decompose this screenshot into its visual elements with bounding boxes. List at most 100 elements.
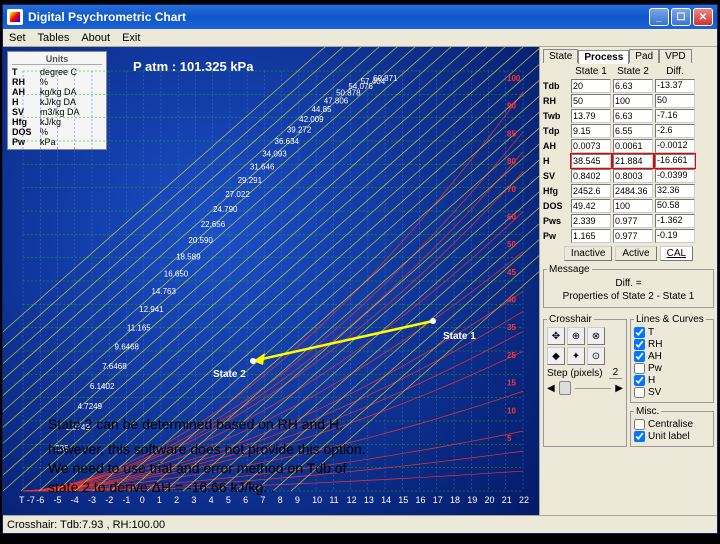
line-chk-ah[interactable]: AH: [634, 351, 710, 362]
arrow-right-icon[interactable]: ▶: [615, 383, 623, 394]
state1-input[interactable]: [571, 214, 611, 228]
svg-text:60: 60: [507, 212, 516, 221]
state1-input[interactable]: [571, 124, 611, 138]
diff-value: -2.6: [655, 124, 695, 138]
tab-state[interactable]: State: [543, 49, 578, 63]
line-chk-t[interactable]: T: [634, 327, 710, 338]
state2-input[interactable]: [613, 154, 653, 168]
checkbox[interactable]: [634, 387, 645, 398]
minimize-button[interactable]: _: [649, 8, 669, 26]
svg-text:100: 100: [507, 74, 521, 83]
svg-text:70: 70: [507, 185, 516, 194]
checkbox[interactable]: [634, 363, 645, 374]
line-chk-sv[interactable]: SV: [634, 387, 710, 398]
state2-input[interactable]: [613, 124, 653, 138]
state1-input[interactable]: [571, 139, 611, 153]
tab-vpd[interactable]: VPD: [659, 49, 692, 63]
state-row-twb: Twb-7.16: [543, 109, 714, 123]
svg-text:14.763: 14.763: [151, 287, 176, 296]
svg-text:27.022: 27.022: [225, 190, 250, 199]
diff-value: -16.661: [655, 154, 695, 168]
misc-chk-unit label[interactable]: Unit label: [634, 431, 710, 442]
crosshair-btn-3[interactable]: ⊗: [587, 327, 605, 345]
checkbox[interactable]: [634, 351, 645, 362]
svg-text:11.165: 11.165: [127, 324, 151, 333]
svg-text:24.790: 24.790: [213, 205, 238, 214]
state2-input[interactable]: [613, 184, 653, 198]
menu-exit[interactable]: Exit: [122, 32, 140, 44]
state2-input[interactable]: [613, 94, 653, 108]
state2-input[interactable]: [613, 109, 653, 123]
lines-group: Lines & Curves TRHAHPwHSV: [630, 314, 714, 403]
chart-area[interactable]: Units Tdegree CRH%AHkg/kg DAHkJ/kg DASVm…: [3, 47, 539, 515]
crosshair-btn-2[interactable]: ⊕: [567, 327, 585, 345]
state1-input[interactable]: [571, 109, 611, 123]
tab-process[interactable]: Process: [578, 50, 629, 64]
svg-text:15: 15: [507, 379, 516, 388]
checkbox[interactable]: [634, 327, 645, 338]
svg-text:21: 21: [502, 495, 512, 505]
row-label: AH: [543, 141, 569, 151]
svg-text:10: 10: [507, 406, 516, 415]
crosshair-btn-1[interactable]: ✥: [547, 327, 565, 345]
state-row-h: H-16.661: [543, 154, 714, 168]
close-button[interactable]: ✕: [693, 8, 713, 26]
crosshair-btn-5[interactable]: ✦: [567, 347, 585, 365]
arrow-left-icon[interactable]: ◀: [547, 383, 555, 394]
checkbox[interactable]: [634, 339, 645, 350]
titlebar[interactable]: Digital Psychrometric Chart _ ☐ ✕: [3, 5, 717, 29]
step-slider[interactable]: ◀ ▶: [547, 381, 623, 395]
inactive-button[interactable]: Inactive: [564, 246, 612, 261]
svg-text:85: 85: [507, 129, 516, 138]
svg-text:9.6468: 9.6468: [115, 343, 140, 352]
state2-input[interactable]: [613, 79, 653, 93]
menu-tables[interactable]: Tables: [38, 32, 70, 44]
state1-input[interactable]: [571, 229, 611, 243]
row-label: Hfg: [543, 186, 569, 196]
svg-text:39.272: 39.272: [287, 126, 312, 135]
row-label: Tdp: [543, 126, 569, 136]
menu-about[interactable]: About: [81, 32, 110, 44]
line-chk-h[interactable]: H: [634, 375, 710, 386]
state1-input[interactable]: [571, 169, 611, 183]
state1-input[interactable]: [571, 154, 611, 168]
tabs: State Process Pad VPD: [543, 49, 714, 63]
line-chk-rh[interactable]: RH: [634, 339, 710, 350]
misc-legend: Misc.: [634, 406, 661, 417]
svg-text:5: 5: [507, 434, 512, 443]
state2-input[interactable]: [613, 229, 653, 243]
cal-button[interactable]: CAL: [660, 246, 693, 261]
active-button[interactable]: Active: [615, 246, 656, 261]
tab-pad[interactable]: Pad: [629, 49, 659, 63]
svg-text:18.589: 18.589: [176, 253, 201, 262]
state1-input[interactable]: [571, 94, 611, 108]
state2-input[interactable]: [613, 139, 653, 153]
checkbox[interactable]: [634, 375, 645, 386]
crosshair-btn-4[interactable]: ◆: [547, 347, 565, 365]
lines-legend: Lines & Curves: [634, 314, 706, 325]
svg-text:22: 22: [519, 495, 529, 505]
state1-input[interactable]: [571, 79, 611, 93]
diff-value: -0.0399: [655, 169, 695, 183]
svg-text:47.806: 47.806: [324, 96, 349, 105]
svg-text:34.093: 34.093: [262, 149, 287, 158]
state2-input[interactable]: [613, 214, 653, 228]
svg-text:7.6468: 7.6468: [102, 362, 127, 371]
diff-value: 50: [655, 94, 695, 108]
misc-chk-centralise[interactable]: Centralise: [634, 419, 710, 430]
checkbox[interactable]: [634, 419, 645, 430]
state2-input[interactable]: [613, 169, 653, 183]
checkbox[interactable]: [634, 431, 645, 442]
step-label: Step (pixels): [547, 368, 603, 379]
maximize-button[interactable]: ☐: [671, 8, 691, 26]
row-label: Twb: [543, 111, 569, 121]
svg-text:29.291: 29.291: [238, 176, 263, 185]
crosshair-btn-6[interactable]: ⊙: [587, 347, 605, 365]
crosshair-group: Crosshair ✥ ⊕ ⊗ ◆ ✦ ⊙ Step (pixels) 2: [543, 314, 627, 447]
state1-input[interactable]: [571, 199, 611, 213]
line-chk-pw[interactable]: Pw: [634, 363, 710, 374]
menu-set[interactable]: Set: [9, 32, 26, 44]
row-label: Tdb: [543, 81, 569, 91]
state2-input[interactable]: [613, 199, 653, 213]
state1-input[interactable]: [571, 184, 611, 198]
